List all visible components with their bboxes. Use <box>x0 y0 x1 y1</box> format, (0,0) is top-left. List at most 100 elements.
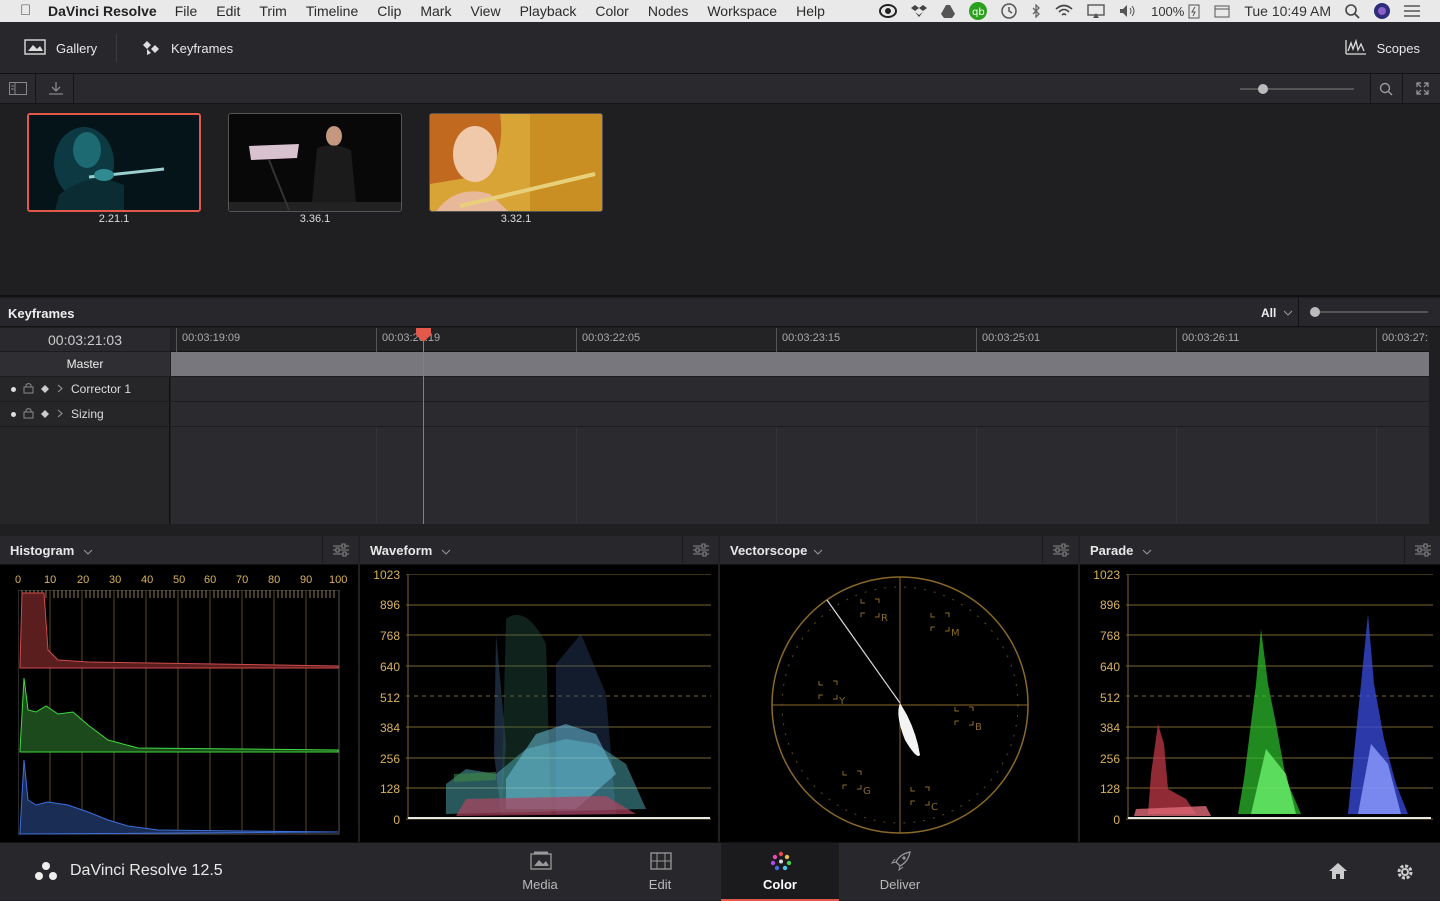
search-button[interactable] <box>1370 74 1401 104</box>
keyframes-zoom-slider[interactable] <box>1310 307 1428 317</box>
filter-value: All <box>1261 306 1277 320</box>
menu-nodes[interactable]: Nodes <box>648 3 688 19</box>
quickbooks-icon[interactable]: qb <box>969 0 988 22</box>
keyframes-zoom-handle[interactable] <box>1310 307 1320 317</box>
apple-menu-icon[interactable]:  <box>20 3 34 19</box>
menu-file[interactable]: File <box>175 3 198 19</box>
bluetooth-icon[interactable] <box>1031 0 1041 22</box>
gallery-icon <box>24 38 46 58</box>
time-machine-icon[interactable] <box>1001 0 1017 22</box>
corrector-track[interactable] <box>171 377 1429 402</box>
chevron-down-icon[interactable] <box>83 545 93 560</box>
menu-workspace[interactable]: Workspace <box>707 3 777 19</box>
target-y <box>818 680 838 700</box>
vectorscope-options-button[interactable] <box>1042 536 1078 565</box>
menu-edit[interactable]: Edit <box>216 3 240 19</box>
gallery-still[interactable]: 3.32.1 <box>429 113 603 225</box>
master-track-label[interactable]: Master <box>0 352 170 377</box>
calendar-icon[interactable] <box>1214 0 1230 22</box>
wifi-icon[interactable] <box>1055 0 1073 22</box>
keyframe-diamond-icon[interactable] <box>41 382 49 396</box>
timecode-ruler[interactable]: 00:03:19:09 00:03:20:19 00:03:22:05 00:0… <box>171 328 1429 352</box>
track-row-corrector[interactable]: Corrector 1 <box>0 377 170 402</box>
page-tab-deliver[interactable]: Deliver <box>841 843 959 901</box>
import-still-button[interactable] <box>37 74 74 104</box>
track-enable-dot-icon[interactable] <box>11 386 16 392</box>
expand-button[interactable] <box>1402 74 1440 104</box>
google-drive-icon[interactable] <box>941 0 956 22</box>
histogram-title[interactable]: Histogram <box>10 543 74 558</box>
clock[interactable]: Tue 10:49 AM <box>1244 0 1331 22</box>
track-row-sizing[interactable]: Sizing <box>0 402 170 427</box>
parade-y-label: 512 <box>1099 691 1120 705</box>
sizing-track[interactable] <box>171 402 1429 427</box>
siri-icon[interactable] <box>1374 0 1390 22</box>
current-timecode[interactable]: 00:03:21:03 <box>0 328 170 352</box>
keyframes-button[interactable]: Keyframes <box>141 22 233 74</box>
lock-icon[interactable] <box>23 382 34 397</box>
page-tab-color[interactable]: Color <box>721 843 839 901</box>
waveform-title[interactable]: Waveform <box>370 543 432 558</box>
battery-percent: 100% <box>1151 3 1185 19</box>
creative-cloud-icon[interactable] <box>879 0 898 22</box>
menu-help[interactable]: Help <box>796 3 825 19</box>
album-toggle-button[interactable] <box>0 74 36 104</box>
vectorscope-title[interactable]: Vectorscope <box>730 543 807 558</box>
chevron-down-icon[interactable] <box>1142 545 1152 560</box>
scopes-button[interactable]: Scopes <box>1344 22 1420 74</box>
waveform-options-button[interactable] <box>682 536 718 565</box>
parade-title[interactable]: Parade <box>1090 543 1133 558</box>
hist-green-channel <box>19 677 339 753</box>
still-thumbnail[interactable] <box>429 113 603 212</box>
chevron-right-icon[interactable] <box>57 382 63 396</box>
still-thumbnail[interactable] <box>228 113 402 212</box>
hist-x-label: 20 <box>77 574 90 586</box>
master-track-bar[interactable] <box>171 352 1429 377</box>
playhead-line[interactable] <box>423 328 424 524</box>
menu-playback[interactable]: Playback <box>520 3 577 19</box>
zoom-slider-handle[interactable] <box>1258 84 1268 94</box>
dropbox-icon[interactable] <box>911 0 928 22</box>
menu-color[interactable]: Color <box>595 3 628 19</box>
still-label: 2.21.1 <box>98 213 130 225</box>
home-button[interactable] <box>1328 862 1348 885</box>
deliver-icon <box>890 851 911 871</box>
lock-icon[interactable] <box>23 407 34 422</box>
battery-charging-icon[interactable] <box>1188 0 1200 22</box>
parade-options-button[interactable] <box>1404 536 1440 565</box>
gallery-still[interactable]: 2.21.1 <box>27 113 201 225</box>
page-tab-edit[interactable]: Edit <box>601 843 719 901</box>
app-menu[interactable]: DaVinci Resolve <box>48 3 157 19</box>
target-m <box>930 612 950 632</box>
menu-timeline[interactable]: Timeline <box>306 3 358 19</box>
keyframe-diamond-icon[interactable] <box>41 407 49 421</box>
page-tab-media[interactable]: Media <box>481 843 599 901</box>
volume-icon[interactable] <box>1119 0 1137 22</box>
target-label-r: R <box>881 613 888 624</box>
vectorscope-trace <box>898 703 920 756</box>
chevron-down-icon[interactable] <box>813 545 823 560</box>
hist-x-label: 70 <box>236 574 249 586</box>
gallery-button[interactable]: Gallery <box>24 22 97 74</box>
hist-x-label: 0 <box>15 574 22 586</box>
histogram-x-axis: 0 10 20 30 40 50 60 70 80 90 100 <box>10 574 355 588</box>
keyframes-filter-dropdown[interactable]: All <box>1255 298 1299 327</box>
playhead-handle[interactable] <box>416 328 431 347</box>
histogram-options-button[interactable] <box>322 536 358 565</box>
menu-view[interactable]: View <box>470 3 500 19</box>
airplay-icon[interactable] <box>1087 0 1105 22</box>
notification-center-icon[interactable] <box>1404 0 1420 22</box>
settings-button[interactable] <box>1395 862 1415 887</box>
spotlight-search-icon[interactable] <box>1345 0 1360 22</box>
still-thumbnail[interactable] <box>27 113 201 212</box>
zoom-slider[interactable] <box>1240 84 1354 94</box>
menu-mark[interactable]: Mark <box>420 3 451 19</box>
menu-clip[interactable]: Clip <box>377 3 401 19</box>
chevron-down-icon[interactable] <box>441 545 451 560</box>
waveform-trace <box>446 614 646 816</box>
menu-trim[interactable]: Trim <box>259 3 286 19</box>
keyframes-timeline[interactable]: 00:03:19:09 00:03:20:19 00:03:22:05 00:0… <box>171 328 1429 524</box>
track-enable-dot-icon[interactable] <box>11 411 16 417</box>
chevron-right-icon[interactable] <box>57 407 63 421</box>
gallery-still[interactable]: 3.36.1 <box>228 113 402 225</box>
